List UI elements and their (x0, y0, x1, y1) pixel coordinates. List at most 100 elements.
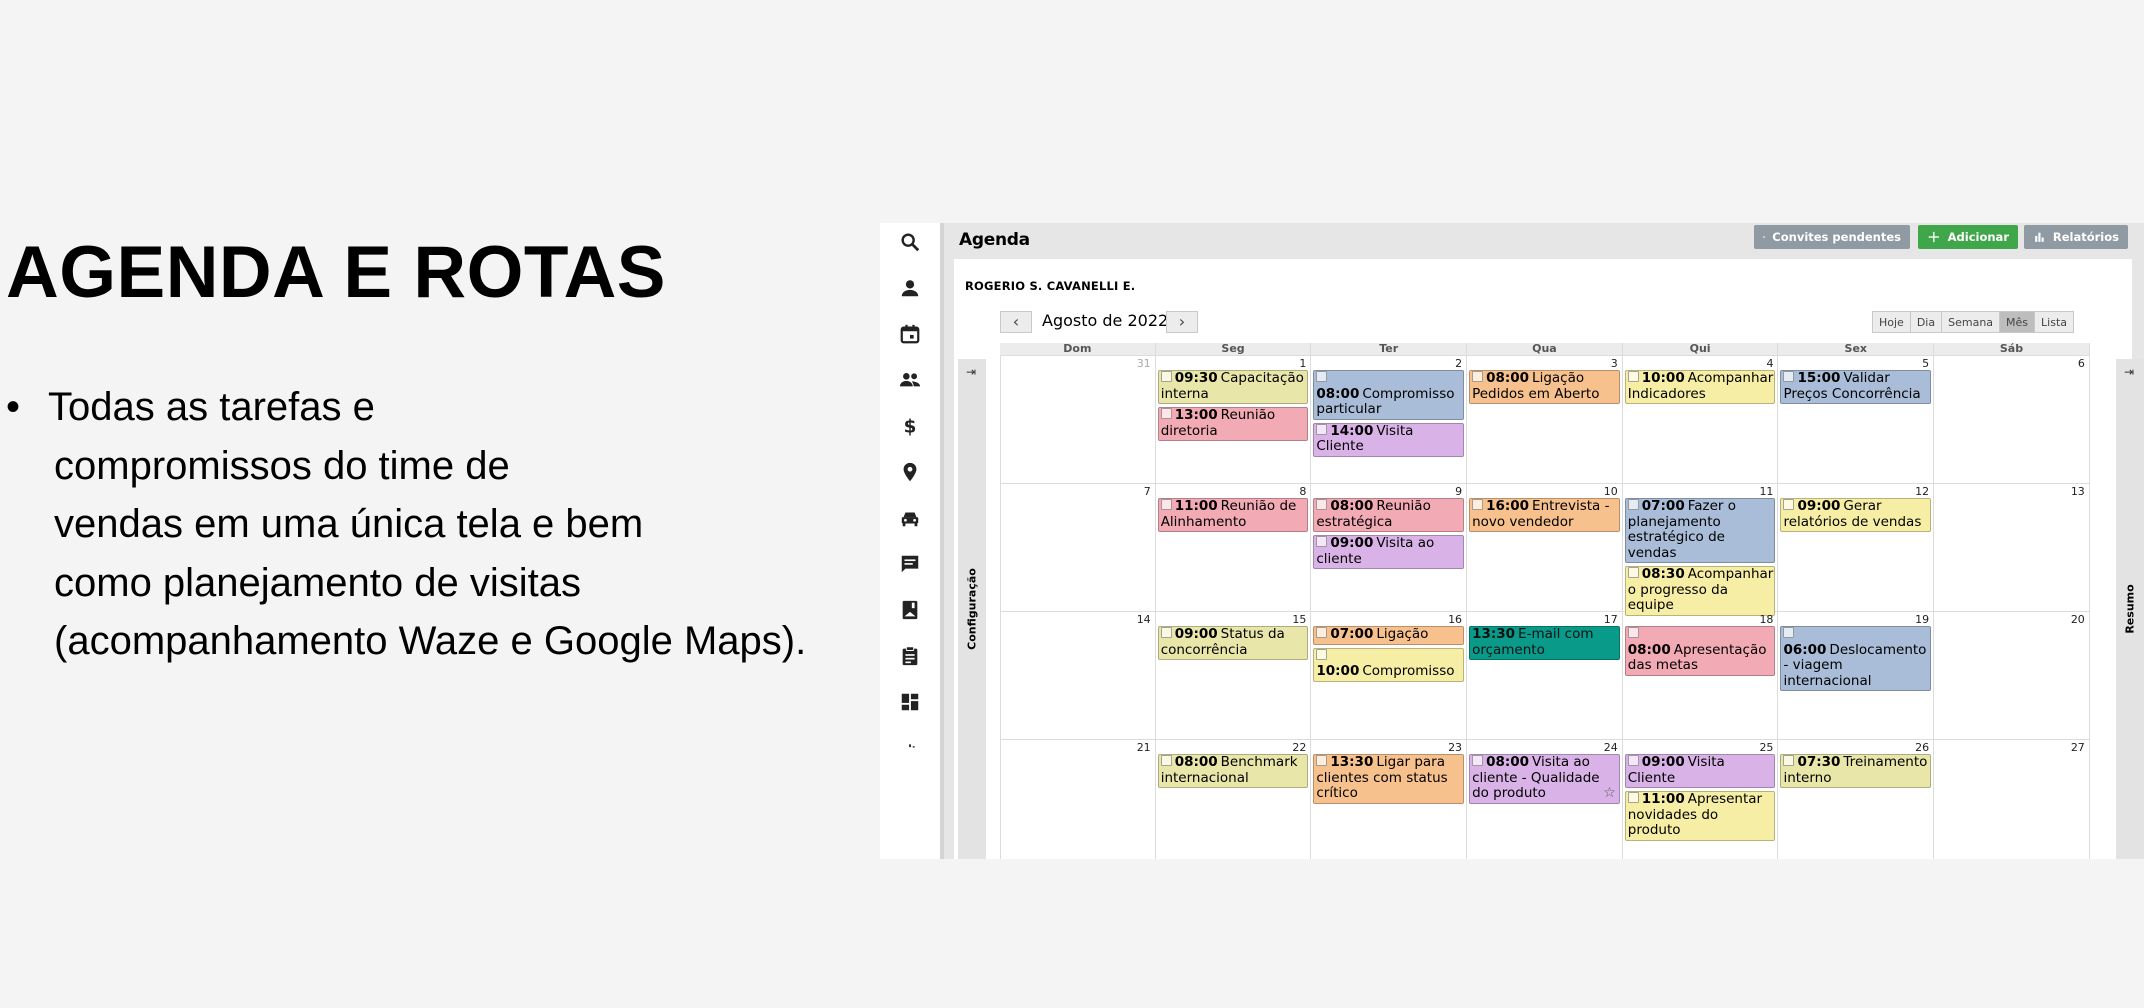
user-icon[interactable] (895, 273, 925, 303)
calendar-day-cell[interactable]: 15 09:00 Status da concorrência (1156, 612, 1312, 739)
calendar-day-cell[interactable]: 7 (1000, 484, 1156, 611)
calendar-icon[interactable] (895, 319, 925, 349)
svg-text:$: $ (904, 416, 917, 437)
event-time: 09:30 (1174, 370, 1218, 386)
weekday-label: Seg (1155, 343, 1312, 355)
event-time: 07:30 (1797, 754, 1841, 770)
calendar-day-cell[interactable]: 18 08:00 Apresentação das metas (1623, 612, 1779, 739)
view-day-button[interactable]: Dia (1910, 312, 1943, 332)
calendar-day-cell[interactable]: 21 (1000, 740, 1156, 859)
calendar-event[interactable]: 09:00 Visita ao cliente (1313, 535, 1465, 569)
calendar-event[interactable]: 08:30 Acompanhar o progresso da equipe (1624, 566, 1776, 616)
calendar-day-cell[interactable]: 10 16:00 Entrevista - novo vendedor (1467, 484, 1623, 611)
calendar-event[interactable]: 08:00 Ligação Pedidos em Aberto (1469, 370, 1620, 404)
clipboard-icon[interactable] (895, 641, 925, 671)
calendar-event[interactable]: 07:00 Ligação (1313, 626, 1465, 645)
event-type-icon (1472, 371, 1484, 382)
event-type-icon (1316, 755, 1328, 766)
calendar-event[interactable]: 06:00 Deslocamento - viagem internacional (1780, 626, 1932, 691)
search-icon[interactable] (895, 227, 925, 257)
calendar-day-cell[interactable]: 31 (1000, 356, 1156, 483)
event-type-icon (1627, 371, 1639, 382)
calendar-event[interactable]: 08:00 Apresentação das metas (1624, 626, 1776, 676)
summary-panel-toggle[interactable]: ⇥ Resumo (2116, 359, 2144, 859)
calendar-grid: 31 1 09:30 Capacitação interna 13:00 Reunião … (1000, 355, 2090, 859)
calendar-day-cell[interactable]: 2 08:00 Compromisso particular 14:00 Visita … (1311, 356, 1468, 483)
next-month-button[interactable]: › (1166, 311, 1198, 333)
car-icon[interactable] (895, 503, 925, 533)
calendar-event[interactable]: 16:00 Entrevista - novo vendedor (1469, 498, 1620, 532)
calendar-event[interactable]: 13:30 E-mail com orçamento (1469, 626, 1620, 660)
view-week-button[interactable]: Semana (1942, 312, 2001, 332)
day-events: 07:00 Ligação 10:00 Compromisso (1313, 626, 1465, 685)
calendar-day-cell[interactable]: 16 07:00 Ligação 10:00 Compromisso (1311, 612, 1468, 739)
calendar-event[interactable]: 09:00 Status da concorrência (1157, 626, 1309, 660)
event-type-icon (1316, 536, 1328, 547)
view-month-button[interactable]: Mês (2000, 312, 2036, 332)
calendar-event[interactable]: 15:00 Validar Preços Concorrência (1780, 370, 1932, 404)
calendar-event[interactable]: 09:00 Gerar relatórios de vendas (1780, 498, 1932, 532)
calendar-event[interactable]: 08:00 Compromisso particular (1313, 370, 1465, 420)
calendar-day-cell[interactable]: 24 08:00 Visita ao cliente - Qualidade do … (1467, 740, 1623, 859)
main-area: Agenda Convites pendentes Adicionar Rela… (944, 223, 2144, 859)
calendar-event[interactable]: 11:00 Reunião de Alinhamento (1157, 498, 1309, 532)
add-button[interactable]: Adicionar (1918, 225, 2018, 249)
calendar-event[interactable]: 09:00 Visita Cliente (1624, 754, 1776, 788)
day-number: 5 (1922, 357, 1930, 370)
pin-icon: ⇥ (966, 365, 977, 379)
calendar-event[interactable]: 07:30 Treinamento interno (1780, 754, 1932, 788)
calendar-event[interactable]: 08:00 Reunião estratégica (1313, 498, 1465, 532)
view-today-button[interactable]: Hoje (1873, 312, 1911, 332)
calendar-day-cell[interactable]: 11 07:00 Fazer o planejamento estratégico … (1623, 484, 1779, 616)
calendar-event[interactable]: 10:00 Compromisso (1313, 647, 1465, 682)
event-type-icon (1472, 499, 1484, 510)
calendar-event[interactable]: 13:00 Reunião diretoria (1157, 407, 1309, 441)
calendar-day-cell[interactable]: 23 13:30 Ligar para clientes com status cr… (1311, 740, 1468, 859)
reports-button[interactable]: Relatórios (2024, 225, 2128, 249)
event-type-icon (1783, 371, 1795, 382)
calendar-day-cell[interactable]: 14 (1000, 612, 1156, 739)
calendar-event[interactable]: 14:00 Visita Cliente (1313, 422, 1465, 457)
calendar-day-cell[interactable]: 20 (1934, 612, 2090, 739)
dashboard-icon[interactable] (895, 687, 925, 717)
calendar-day-cell[interactable]: 8 11:00 Reunião de Alinhamento (1156, 484, 1312, 611)
calendar-day-cell[interactable]: 12 09:00 Gerar relatórios de vendas (1778, 484, 1935, 611)
calendar-event[interactable]: 10:00 Acompanhar Indicadores (1624, 370, 1776, 404)
calendar-day-cell[interactable]: 1 09:30 Capacitação interna 13:00 Reunião di… (1156, 356, 1312, 483)
calendar-day-cell[interactable]: 27 (1934, 740, 2090, 859)
calendar-day-cell[interactable]: 6 (1934, 356, 2090, 483)
calendar-day-cell[interactable]: 26 07:30 Treinamento interno (1778, 740, 1935, 859)
prev-month-button[interactable]: ‹ (1000, 311, 1032, 333)
calendar-day-cell[interactable]: 5 15:00 Validar Preços Concorrência (1778, 356, 1935, 483)
calendar-day-cell[interactable]: 19 06:00 Deslocamento - viagem internacion… (1778, 612, 1935, 739)
calendar-event[interactable]: 07:00 Fazer o planejamento estratégico de… (1624, 498, 1776, 563)
calendar-day-cell[interactable]: 17 13:30 E-mail com orçamento (1467, 612, 1623, 739)
calendar-day-cell[interactable]: 3 08:00 Ligação Pedidos em Aberto (1467, 356, 1623, 483)
calendar-event[interactable]: 09:30 Capacitação interna (1157, 370, 1309, 404)
add-label: Adicionar (1947, 230, 2009, 244)
map-pin-icon[interactable] (895, 457, 925, 487)
more-icon[interactable] (895, 733, 925, 763)
calendar-day-cell[interactable]: 22 08:00 Benchmark internacional (1156, 740, 1312, 859)
dollar-icon[interactable]: $ (895, 411, 925, 441)
event-time: 13:30 (1472, 626, 1516, 642)
calendar-event[interactable]: 08:00 Benchmark internacional (1157, 754, 1309, 788)
event-type-icon (1316, 423, 1328, 435)
calendar-day-cell[interactable]: 13 (1934, 484, 2090, 611)
team-icon[interactable] (895, 365, 925, 395)
chat-icon[interactable] (895, 549, 925, 579)
view-list-button[interactable]: Lista (2035, 312, 2074, 332)
calendar-event[interactable]: 08:00 Visita ao cliente - Qualidade do pr… (1469, 754, 1620, 804)
pending-invites-button[interactable]: Convites pendentes (1754, 225, 1910, 249)
calendar-day-cell[interactable]: 9 08:00 Reunião estratégica 09:00 Visita ao … (1311, 484, 1468, 611)
contacts-book-icon[interactable] (895, 595, 925, 625)
calendar-day-cell[interactable]: 4 10:00 Acompanhar Indicadores (1623, 356, 1779, 483)
calendar-event[interactable]: 11:00 Apresentar novidades do produto (1624, 791, 1776, 841)
star-icon[interactable]: ☆ (1603, 785, 1616, 802)
bar-chart-icon (2035, 232, 2044, 242)
day-number: 3 (1610, 357, 1618, 370)
day-events: 08:00 Compromisso particular 14:00 Visita C… (1313, 370, 1465, 460)
calendar-event[interactable]: 13:30 Ligar para clientes com status crít… (1313, 754, 1465, 804)
configuration-panel-toggle[interactable]: ⇥ Configuração (958, 359, 986, 859)
calendar-day-cell[interactable]: 25 09:00 Visita Cliente 11:00 Apresentar nov… (1623, 740, 1779, 859)
